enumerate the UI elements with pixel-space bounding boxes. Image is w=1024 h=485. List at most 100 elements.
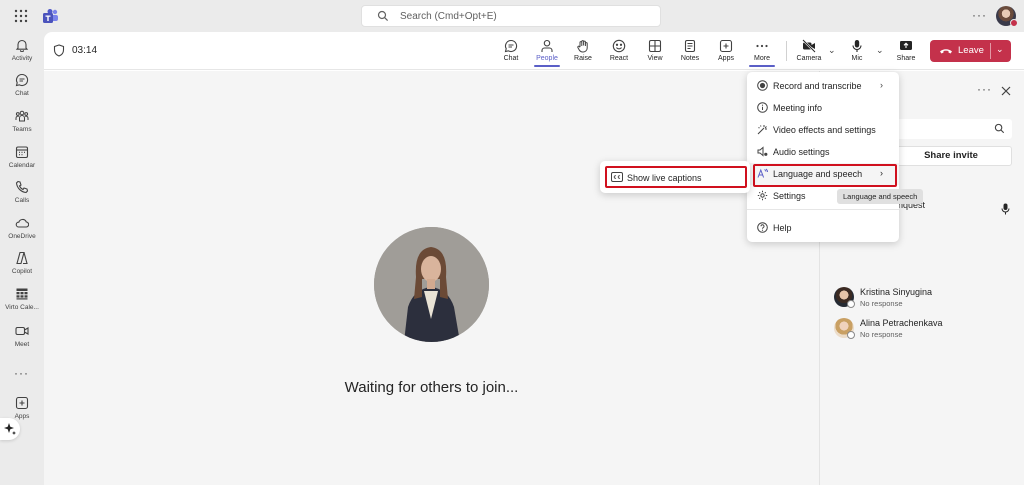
participant-status: No response <box>860 330 903 339</box>
highlight-annotation <box>753 164 897 187</box>
share-button[interactable]: Share <box>889 37 923 67</box>
plus-square-icon <box>719 39 733 53</box>
menu-item-video-effects[interactable]: Video effects and settings <box>747 119 899 141</box>
chat-button[interactable]: Chat <box>494 37 528 67</box>
person-icon <box>540 39 554 53</box>
rail-item-label: Meet <box>14 341 30 348</box>
search-icon <box>377 10 389 22</box>
toolbar-label: More <box>754 55 770 62</box>
rail-item-calls[interactable]: Calls <box>0 180 44 214</box>
status-badge <box>847 300 855 308</box>
more-apps-icon[interactable]: ··· <box>14 366 29 380</box>
close-icon[interactable] <box>1001 86 1011 96</box>
menu-item-audio-settings[interactable]: Audio settings <box>747 141 899 163</box>
magic-wand-icon <box>757 124 768 135</box>
show-live-captions-label: Show live captions <box>627 173 702 183</box>
video-icon <box>15 324 29 338</box>
language-submenu: Show live captions <box>600 161 750 193</box>
people-search-input[interactable] <box>890 119 1012 139</box>
leave-label: Leave <box>958 45 984 56</box>
participant-status: No response <box>860 299 903 308</box>
rail-item-calendar[interactable]: Calendar <box>0 145 44 179</box>
mic-icon <box>850 39 864 53</box>
rail-item-label: Chat <box>15 90 29 97</box>
meeting-toolbar: 03:14 Chat People Raise React View Notes… <box>44 32 1024 70</box>
chat-icon <box>15 73 29 87</box>
toolbar-label: Camera <box>796 55 822 62</box>
more-menu: Record and transcribe › Meeting info Vid… <box>747 72 899 242</box>
rail-item-meet[interactable]: Meet <box>0 324 44 358</box>
leave-button[interactable]: Leave ⌄ <box>930 40 1011 62</box>
more-button[interactable]: More <box>745 37 779 67</box>
presence-status-icon <box>1010 19 1018 27</box>
title-bar: Search (Cmd+Opt+E) ··· <box>0 0 1024 32</box>
shield-icon <box>53 44 65 57</box>
camera-button[interactable]: Camera <box>792 37 826 67</box>
bell-icon <box>15 38 29 52</box>
calendar-icon <box>15 145 29 159</box>
menu-divider <box>747 209 899 210</box>
participant-name: Kristina Sinyugina <box>860 287 933 297</box>
menu-item-label: Video effects and settings <box>773 125 876 135</box>
raise-hand-button[interactable]: Raise <box>566 37 600 67</box>
people-button[interactable]: People <box>530 37 564 67</box>
teams-logo-icon <box>43 8 59 24</box>
mic-icon <box>1001 203 1010 215</box>
menu-item-label: Audio settings <box>773 147 830 157</box>
react-button[interactable]: React <box>602 37 636 67</box>
phone-icon <box>15 180 29 194</box>
search-input[interactable]: Search (Cmd+Opt+E) <box>361 5 661 27</box>
apps-button[interactable]: Apps <box>709 37 743 67</box>
rail-item-label: Copilot <box>11 268 33 275</box>
share-screen-icon <box>899 39 913 53</box>
rail-item-activity[interactable]: Activity <box>0 38 44 72</box>
cloud-icon <box>15 216 29 230</box>
more-options-icon[interactable]: ··· <box>972 9 987 21</box>
app-launcher-icon[interactable] <box>14 9 28 23</box>
grid-view-icon <box>648 39 662 53</box>
chat-icon <box>504 39 518 53</box>
rail-item-teams[interactable]: Teams <box>0 109 44 143</box>
participant-row[interactable]: Kristina Sinyugina No response <box>834 287 1019 313</box>
plus-square-icon <box>15 396 29 410</box>
rail-item-copilot[interactable]: Copilot <box>0 251 44 285</box>
menu-item-label: Record and transcribe <box>773 81 862 91</box>
menu-item-record[interactable]: Record and transcribe › <box>747 75 899 97</box>
notes-button[interactable]: Notes <box>673 37 707 67</box>
copilot-icon <box>15 251 29 265</box>
more-dots-icon <box>755 39 769 53</box>
camera-off-icon <box>802 39 816 53</box>
view-button[interactable]: View <box>638 37 672 67</box>
rail-item-label: Activity <box>11 55 33 62</box>
rail-item-label: Virto Cale... <box>5 304 39 311</box>
gear-icon <box>757 190 768 201</box>
rail-item-label: Calendar <box>8 162 36 169</box>
participant-row[interactable]: Alina Petrachenkava No response <box>834 318 1019 344</box>
share-invite-button[interactable]: Share invite <box>890 146 1012 166</box>
leave-options-chevron-icon[interactable]: ⌄ <box>996 44 1004 55</box>
mic-button[interactable]: Mic <box>840 37 874 67</box>
menu-item-label: Settings <box>773 191 806 201</box>
menu-item-help[interactable]: Help <box>747 217 899 239</box>
leave-divider <box>990 43 991 59</box>
rail-item-chat[interactable]: Chat <box>0 73 44 107</box>
rail-item-onedrive[interactable]: OneDrive <box>0 216 44 250</box>
grid-calendar-icon <box>15 287 29 301</box>
menu-item-label: Meeting info <box>773 103 823 113</box>
tooltip: Language and speech <box>837 189 924 204</box>
participant-name: Alina Petrachenkava <box>860 318 943 328</box>
show-live-captions-item[interactable]: Show live captions <box>605 166 747 188</box>
rail-item-label: Teams <box>12 126 32 133</box>
status-badge <box>847 331 855 339</box>
notes-icon <box>683 39 697 53</box>
rail-item-virto-calendar[interactable]: Virto Cale... <box>0 287 44 321</box>
record-icon <box>757 80 768 91</box>
active-indicator <box>749 65 775 67</box>
toolbar-label: Share <box>896 55 916 62</box>
menu-item-label: Help <box>773 223 792 233</box>
rail-item-label: OneDrive <box>8 233 36 240</box>
panel-more-icon[interactable]: ··· <box>977 83 992 95</box>
menu-item-meeting-info[interactable]: Meeting info <box>747 97 899 119</box>
waiting-message: Waiting for others to join... <box>344 379 519 396</box>
meeting-stage: Waiting for others to join... <box>44 71 819 485</box>
